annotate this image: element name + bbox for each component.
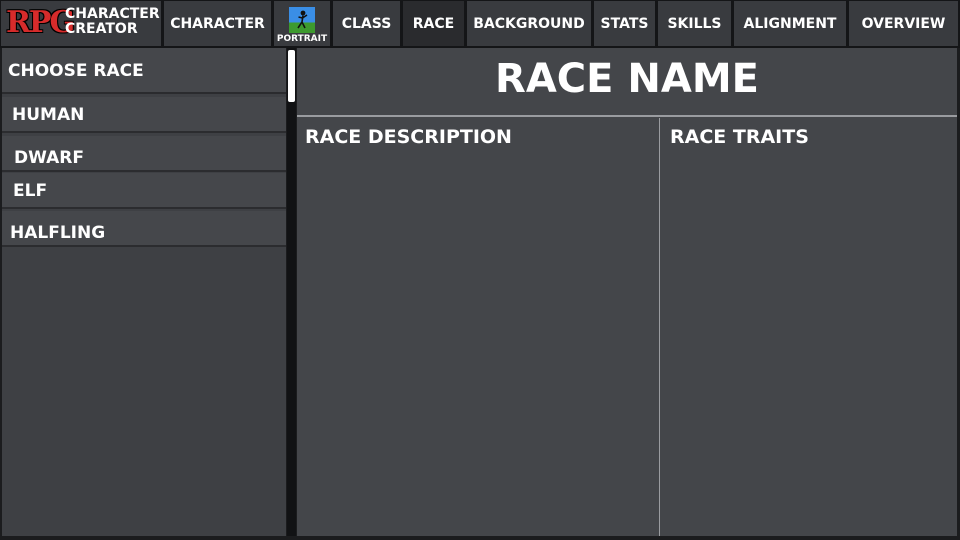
column-divider <box>659 118 660 536</box>
race-item-human[interactable]: HUMAN <box>2 97 286 133</box>
scrollbar-thumb[interactable] <box>288 50 295 102</box>
race-item-dwarf[interactable]: DWARF <box>2 136 286 172</box>
logo-title: CHARACTER CREATOR <box>65 7 160 37</box>
tab-background[interactable]: BACKGROUND <box>467 1 591 46</box>
race-item-label: HALFLING <box>10 223 106 243</box>
tab-overview-label: OVERVIEW <box>861 15 946 32</box>
race-list-scrollbar[interactable] <box>287 48 296 536</box>
choose-race-heading: CHOOSE RACE <box>2 48 286 94</box>
tab-race[interactable]: RACE <box>403 1 464 46</box>
logo-rpg-text: RPG <box>6 5 75 40</box>
tab-overview[interactable]: OVERVIEW <box>849 1 958 46</box>
race-item-label: ELF <box>13 181 48 201</box>
tab-alignment-label: ALIGNMENT <box>743 15 837 32</box>
tab-background-label: BACKGROUND <box>473 15 585 32</box>
portrait-icon <box>289 7 315 33</box>
race-description-heading: RACE DESCRIPTION <box>305 126 512 148</box>
tab-character[interactable]: CHARACTER <box>164 1 271 46</box>
logo-title-line2: CREATOR <box>65 21 138 37</box>
tab-skills[interactable]: SKILLS <box>658 1 731 46</box>
race-details-panel: RACE NAME RACE DESCRIPTION RACE TRAITS <box>297 48 957 536</box>
race-item-elf[interactable]: ELF <box>2 173 286 209</box>
race-list-panel: CHOOSE RACE HUMAN DWARF ELF HALFLING <box>2 48 286 536</box>
logo-title-line1: CHARACTER <box>65 6 160 22</box>
tab-class[interactable]: CLASS <box>333 1 400 46</box>
tab-stats-label: STATS <box>600 15 649 32</box>
race-item-label: HUMAN <box>12 105 85 125</box>
tab-race-label: RACE <box>412 15 455 32</box>
tab-character-label: CHARACTER <box>170 15 265 32</box>
tab-alignment[interactable]: ALIGNMENT <box>734 1 846 46</box>
app-logo: RPG CHARACTER CREATOR <box>1 1 161 46</box>
tab-skills-label: SKILLS <box>667 15 722 32</box>
top-navigation-bar: RPG CHARACTER CREATOR CHARACTER PORTRAIT… <box>0 0 960 48</box>
tab-portrait-label: PORTRAIT <box>276 34 328 44</box>
race-item-label: DWARF <box>14 148 84 168</box>
race-name-title: RACE NAME <box>297 48 957 117</box>
race-item-halfling[interactable]: HALFLING <box>2 211 286 247</box>
race-traits-heading: RACE TRAITS <box>670 126 809 148</box>
tab-class-label: CLASS <box>341 15 392 32</box>
tab-portrait[interactable]: PORTRAIT <box>274 1 330 46</box>
tab-stats[interactable]: STATS <box>594 1 655 46</box>
